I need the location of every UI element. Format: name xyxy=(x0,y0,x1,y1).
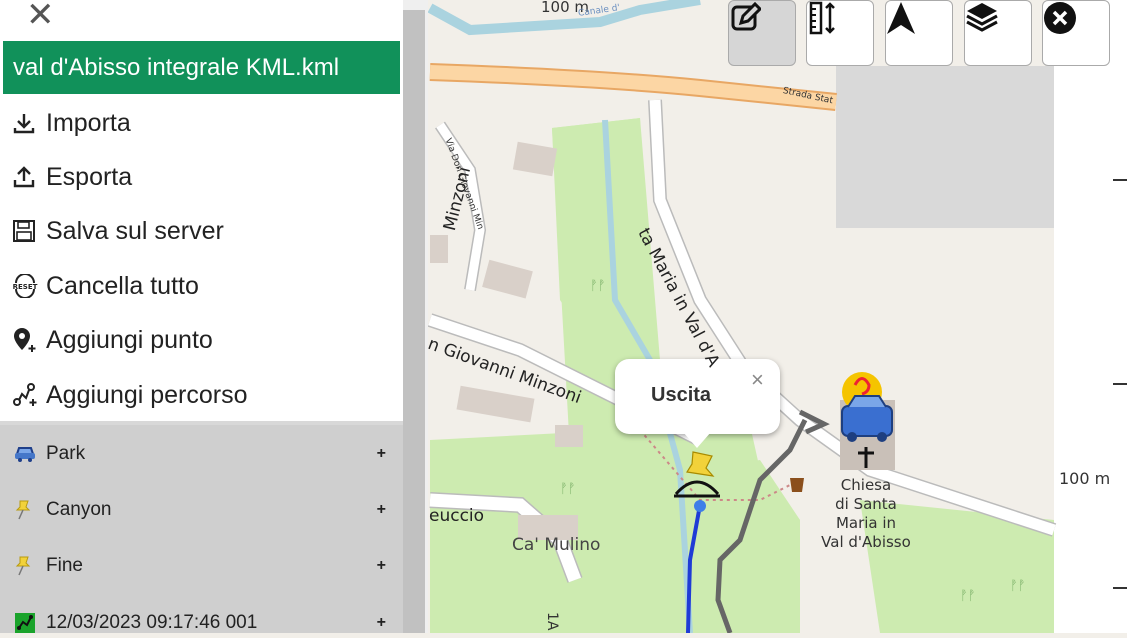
popup-close-button[interactable]: × xyxy=(751,367,764,393)
close-panel-button[interactable]: ✕ xyxy=(26,0,55,32)
menu-label: Cancella tutto xyxy=(46,271,199,300)
track-icon xyxy=(14,612,46,634)
svg-text:ᚡᚡ: ᚡᚡ xyxy=(590,279,606,294)
car-icon xyxy=(14,445,46,463)
road-label: euccio xyxy=(429,506,485,526)
road-label: 1A xyxy=(544,612,560,631)
upload-icon xyxy=(12,166,46,188)
expand-layer-button[interactable]: + xyxy=(377,501,386,519)
side-panel: ✕ val d'Abisso integrale KML.kml Importa… xyxy=(0,0,403,633)
menu-label: Importa xyxy=(46,108,131,137)
file-title[interactable]: val d'Abisso integrale KML.kml xyxy=(3,41,400,94)
expand-layer-button[interactable]: + xyxy=(377,445,386,463)
layers-button[interactable] xyxy=(964,0,1032,66)
svg-text:ᚡᚡ: ᚡᚡ xyxy=(960,589,976,604)
layer-list: Park + Canyon + Fine + 12/03/2023 09:17:… xyxy=(0,425,403,633)
menu-label: Aggiungi punto xyxy=(46,325,213,354)
panel-scrollbar-thumb[interactable] xyxy=(403,10,425,633)
popup-title: Uscita xyxy=(651,384,712,406)
reset-icon: RESET xyxy=(12,274,46,298)
menu-cancella-tutto[interactable]: RESET Cancella tutto xyxy=(12,266,199,306)
expand-layer-button[interactable]: + xyxy=(377,614,386,632)
pin-icon xyxy=(14,555,46,577)
svg-text:ᚡᚡ: ᚡᚡ xyxy=(560,482,576,497)
edit-map-button[interactable] xyxy=(728,0,796,66)
popup-tail xyxy=(683,432,711,448)
svg-text:RESET: RESET xyxy=(13,283,38,291)
expand-layer-button[interactable]: + xyxy=(377,557,386,575)
menu-label: Salva sul server xyxy=(46,216,224,245)
svg-text:ᚡᚡ: ᚡᚡ xyxy=(1010,579,1026,594)
menu-aggiungi-percorso[interactable]: Aggiungi percorso xyxy=(12,375,248,415)
navigate-button[interactable] xyxy=(885,0,953,66)
layer-label: Fine xyxy=(46,555,83,576)
marker-popup: Uscita × xyxy=(615,359,780,434)
layer-label: Canyon xyxy=(46,499,112,520)
layer-item-park[interactable]: Park + xyxy=(14,439,386,469)
close-map-button[interactable] xyxy=(1042,0,1110,66)
church-label: Chiesa di Santa Maria in Val d'Abisso xyxy=(821,476,911,551)
scale-label: 100 m xyxy=(1059,469,1111,488)
menu-esporta[interactable]: Esporta xyxy=(12,157,132,197)
menu-label: Esporta xyxy=(46,162,133,191)
menu-aggiungi-punto[interactable]: Aggiungi punto xyxy=(12,320,213,360)
download-icon xyxy=(12,112,46,134)
layer-label: Park xyxy=(46,443,86,464)
layer-item-canyon[interactable]: Canyon + xyxy=(14,495,386,525)
layer-item-track[interactable]: 12/03/2023 09:17:46 001 + xyxy=(14,608,386,638)
layer-label: 12/03/2023 09:17:46 001 xyxy=(46,612,258,633)
layer-item-fine[interactable]: Fine + xyxy=(14,551,386,581)
add-point-icon xyxy=(12,327,46,353)
menu-label: Aggiungi percorso xyxy=(46,380,248,409)
save-icon xyxy=(12,219,46,243)
add-route-icon xyxy=(12,382,46,408)
pin-icon xyxy=(14,499,46,521)
menu-salva-server[interactable]: Salva sul server xyxy=(12,211,224,251)
place-label: Ca' Mulino xyxy=(512,535,601,555)
measure-button[interactable] xyxy=(806,0,874,66)
menu-importa[interactable]: Importa xyxy=(12,103,131,143)
